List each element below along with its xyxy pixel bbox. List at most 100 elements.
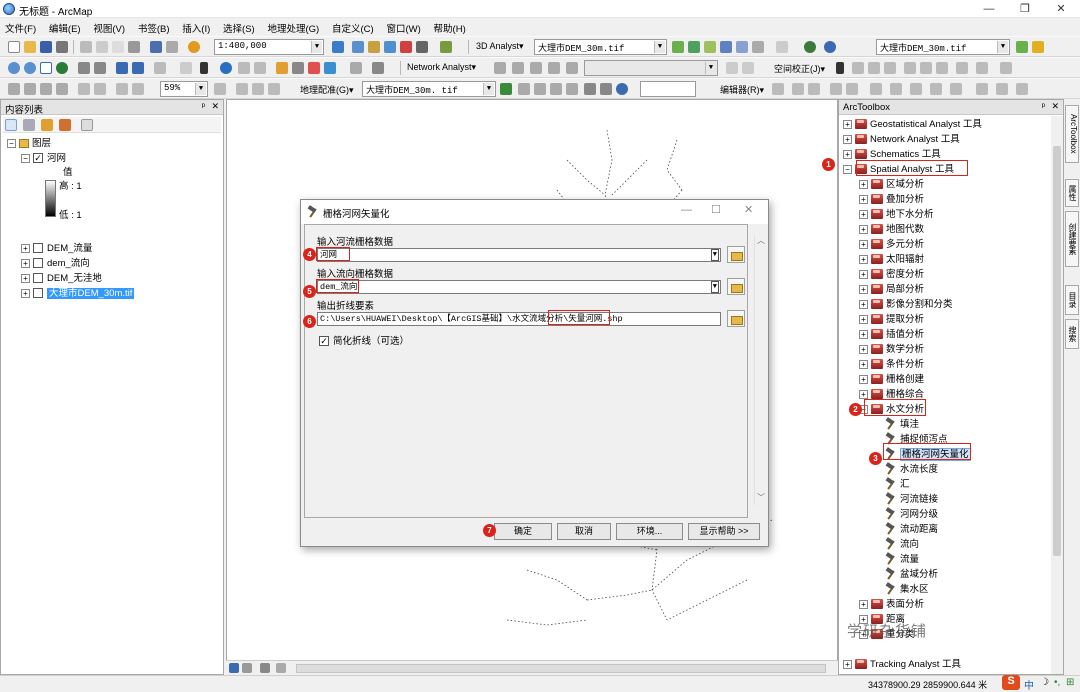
auto-register-icon[interactable] xyxy=(566,83,578,95)
identity-link-icon[interactable] xyxy=(904,62,916,74)
redo-icon[interactable] xyxy=(166,41,178,53)
create-features-icon[interactable] xyxy=(1016,83,1028,95)
html-popup-icon[interactable] xyxy=(292,62,304,74)
3d-analyst-menu[interactable]: 3D Analyst▾ xyxy=(476,41,524,52)
menu-help[interactable]: 帮助(H) xyxy=(429,18,471,36)
dialog-maximize-button[interactable]: ☐ xyxy=(711,203,721,216)
menu-window[interactable]: 窗口(W) xyxy=(381,18,425,36)
arcglobe-icon[interactable] xyxy=(804,41,816,53)
toolbox-geostatistical[interactable]: + Geostatistical Analyst 工具 xyxy=(843,117,982,132)
toolset-map-algebra[interactable]: + 地图代数 xyxy=(859,222,924,237)
ime-logo-icon[interactable]: S xyxy=(1002,675,1020,690)
3d-analyst-layer-combo[interactable]: 大理市DEM_30m.tif ▼ xyxy=(534,39,667,55)
toolset-interpolation[interactable]: + 插值分析 xyxy=(859,327,924,342)
browse-folder-icon[interactable] xyxy=(727,278,745,295)
editor-toolbar-icon[interactable] xyxy=(332,41,344,53)
profile-graph-icon[interactable] xyxy=(752,41,764,53)
browse-folder-icon[interactable] xyxy=(727,310,745,327)
layout-view-icon[interactable] xyxy=(242,663,252,673)
link-table-icon[interactable] xyxy=(956,62,968,74)
chart-icon[interactable] xyxy=(776,41,788,53)
surface-layer-combo[interactable]: 大理市DEM_30m.tif ▼ xyxy=(876,39,1010,55)
close-button[interactable]: ✕ xyxy=(1043,0,1079,18)
layer-visibility-checkbox[interactable] xyxy=(33,273,43,284)
na-build-icon[interactable] xyxy=(726,62,738,74)
sketch-props-icon[interactable] xyxy=(996,83,1008,95)
na-window-icon[interactable] xyxy=(494,62,506,74)
layer-row-dem-30m[interactable]: + 大理市DEM_30m.tif xyxy=(21,287,135,301)
toolset-segmentation[interactable]: + 影像分割和分类 xyxy=(859,297,953,312)
undo-icon[interactable] xyxy=(150,41,162,53)
new-icon[interactable] xyxy=(8,41,20,53)
layer-visibility-checkbox[interactable]: ✓ xyxy=(33,153,43,164)
toolset-conditional[interactable]: + 条件分析 xyxy=(859,357,924,372)
simplify-polyline-checkbox[interactable]: ✓ xyxy=(319,336,329,347)
forward-extent-icon[interactable] xyxy=(132,62,144,74)
layout-zoom-out-icon[interactable] xyxy=(24,83,36,95)
identify-icon[interactable] xyxy=(220,62,232,74)
layer-visibility-checkbox[interactable] xyxy=(33,288,43,299)
menu-insert[interactable]: 插入(I) xyxy=(177,18,215,36)
change-layout-icon[interactable] xyxy=(252,83,264,95)
menu-customize[interactable]: 自定义(C) xyxy=(327,18,379,36)
tab-arctoolbox[interactable]: ArcToolbox xyxy=(1065,105,1079,163)
na-location-icon[interactable] xyxy=(512,62,524,74)
editor-menu[interactable]: 编辑器(R)▾ xyxy=(720,83,764,96)
pin-icon[interactable]: ᵖ xyxy=(1042,101,1045,111)
output-polyline-field[interactable]: C:\Users\HUAWEI\Desktop\【ArcGIS基础】\水文流域分… xyxy=(317,312,721,326)
steepest-path-icon[interactable] xyxy=(688,41,700,53)
layout-fixed-out-icon[interactable] xyxy=(94,83,106,95)
pin-icon[interactable]: ᵖ xyxy=(202,101,205,111)
search-window-icon[interactable] xyxy=(384,41,396,53)
copy-icon[interactable] xyxy=(96,41,108,53)
cut-icon[interactable] xyxy=(80,41,92,53)
dialog-close-button[interactable]: ✕ xyxy=(744,203,753,216)
map-horizontal-scrollbar[interactable] xyxy=(296,664,826,673)
na-directions-icon[interactable] xyxy=(566,62,578,74)
viewer-icon[interactable] xyxy=(600,83,612,95)
attribute-transfer-icon[interactable] xyxy=(976,62,988,74)
add-data-icon[interactable] xyxy=(188,41,200,53)
attributes-icon[interactable] xyxy=(976,83,988,95)
open-icon[interactable] xyxy=(24,41,36,53)
measure-icon[interactable] xyxy=(254,62,266,74)
dialog-scrollbar[interactable]: ︿ ﹀ xyxy=(754,235,766,505)
arctoolbox-scrollbar[interactable] xyxy=(1051,116,1063,674)
new-displacement-link-icon[interactable] xyxy=(852,62,864,74)
limited-adjust-icon[interactable] xyxy=(920,62,932,74)
ime-punct-icon[interactable]: •, xyxy=(1054,677,1060,688)
pause-drawing-icon[interactable] xyxy=(276,663,286,673)
simplify-polyline-option[interactable]: ✓ 简化折线（可选） xyxy=(319,333,409,347)
menu-file[interactable]: 文件(F) xyxy=(0,18,41,36)
back-extent-icon[interactable] xyxy=(116,62,128,74)
layer-row-dem-flow-dir[interactable]: + dem_流向 xyxy=(21,257,90,271)
refresh-icon[interactable] xyxy=(260,663,270,673)
fixed-zoom-out-icon[interactable] xyxy=(94,62,106,74)
rotate-icon[interactable] xyxy=(518,83,530,95)
map-scale-combo[interactable]: 1:400,000 ▼ xyxy=(214,39,324,55)
tool-fill[interactable]: 填洼 xyxy=(885,417,919,432)
layer-row-dem-flow-acc[interactable]: + DEM_流量 xyxy=(21,242,92,256)
multiple-links-icon[interactable] xyxy=(884,62,896,74)
rotate-edit-icon[interactable] xyxy=(950,83,962,95)
toolset-solar-radiation[interactable]: + 太阳辐射 xyxy=(859,252,924,267)
toolset-overlay[interactable]: + 叠加分析 xyxy=(859,192,924,207)
trace-icon[interactable] xyxy=(830,83,842,95)
end-point-arc-icon[interactable] xyxy=(808,83,820,95)
toolbox-tracking-analyst[interactable]: + Tracking Analyst 工具 xyxy=(843,657,961,672)
layout-forward-icon[interactable] xyxy=(132,83,144,95)
input-stream-raster-field[interactable]: 河网 ▼ xyxy=(317,248,721,262)
menu-geoprocessing[interactable]: 地理处理(G) xyxy=(262,18,324,36)
cut-polygons-icon[interactable] xyxy=(910,83,922,95)
tab-attributes[interactable]: 属性 xyxy=(1065,179,1079,207)
toggle-draft-icon[interactable] xyxy=(214,83,226,95)
edit-tool-icon[interactable] xyxy=(772,83,784,95)
toolset-local[interactable]: + 局部分析 xyxy=(859,282,924,297)
toolset-surface[interactable]: + 表面分析 xyxy=(859,597,924,612)
layout-pan-icon[interactable] xyxy=(40,83,52,95)
catalog-icon[interactable] xyxy=(368,41,380,53)
point-tool-icon[interactable] xyxy=(846,83,858,95)
rotation-tool-icon[interactable] xyxy=(616,83,628,95)
tool-stream-order[interactable]: 河网分级 xyxy=(885,507,938,522)
rotation-angle-input[interactable] xyxy=(640,81,696,97)
